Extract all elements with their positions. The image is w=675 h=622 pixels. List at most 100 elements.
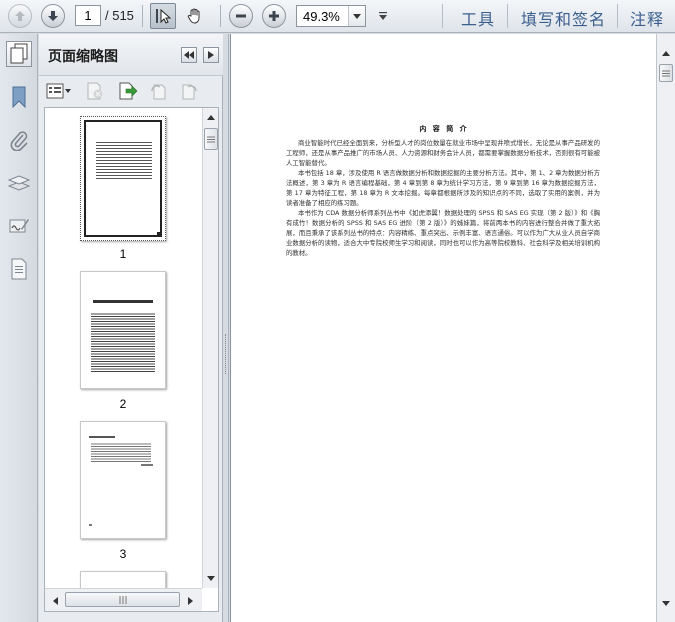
page-thumbnails-button[interactable] <box>6 41 32 67</box>
page-thumbnail-3[interactable] <box>80 421 166 539</box>
page-thumbnail-number: 3 <box>119 547 127 561</box>
tools-menu[interactable]: 工具 <box>461 6 495 30</box>
insert-page-icon <box>119 82 138 100</box>
attachments-button[interactable] <box>6 127 32 153</box>
thumbnail-vertical-scrollbar[interactable] <box>202 108 218 588</box>
document-vertical-scrollbar[interactable] <box>656 34 675 622</box>
document-page: 内 容 简 介 商业智能时代已经全面到来，分析型人才的岗位数量在就业市场中呈现井… <box>231 34 656 622</box>
signature-icon <box>9 219 29 233</box>
panel-splitter[interactable] <box>224 34 229 622</box>
page-thumbnail-number: 1 <box>119 247 127 261</box>
fill-and-sign-menu[interactable]: 填写和签名 <box>521 6 606 30</box>
zoom-dropdown-button[interactable] <box>348 6 365 26</box>
page-total-label: / 515 <box>105 8 134 23</box>
main-toolbar: 1 / 515 49.3% 工具 填写和签名 注释 <box>0 0 675 33</box>
document-paragraph: 商业智能时代已经全面到来，分析型人才的岗位数量在就业市场中呈现井喷式增长，无论是… <box>286 139 600 167</box>
chevron-left-icon <box>53 596 58 605</box>
zoom-out-icon <box>236 14 246 18</box>
rotate-ccw-icon <box>151 84 166 100</box>
grip-icon <box>119 595 126 604</box>
scroll-thumb[interactable] <box>65 592 180 607</box>
scroll-left-button[interactable] <box>48 593 63 608</box>
page-thumbnails-panel: 页面缩略图 1 2 3 <box>39 34 223 622</box>
scroll-down-button[interactable] <box>203 571 218 586</box>
select-cursor-icon <box>156 8 171 24</box>
bookmarks-button[interactable] <box>6 84 32 110</box>
pages-icon <box>10 43 28 64</box>
chevron-right-icon <box>208 51 214 59</box>
document-title: 内 容 简 介 <box>419 125 469 133</box>
paperclip-icon <box>10 131 28 151</box>
navigation-rail <box>0 34 38 622</box>
thumbnail-horizontal-scrollbar[interactable] <box>45 588 202 611</box>
double-chevron-left-icon <box>184 51 194 59</box>
document-paragraph: 本书包括 18 章，涉及使用 R 语言做数据分析和数据挖掘的主要分析方法。其中，… <box>286 169 600 207</box>
thumbnail-heading <box>93 300 153 303</box>
scroll-up-button[interactable] <box>658 46 673 61</box>
scroll-thumb[interactable] <box>659 64 673 82</box>
thumbnail-text-line <box>141 464 153 466</box>
scroll-up-button[interactable] <box>203 110 218 125</box>
panel-title: 页面缩略图 <box>48 49 118 65</box>
arrow-down-icon <box>48 11 58 21</box>
chevron-down-icon <box>206 576 215 581</box>
arrow-up-icon <box>15 11 25 21</box>
thumbnail-list[interactable]: 1 2 3 <box>44 107 219 612</box>
toolbar-divider <box>220 5 221 27</box>
grip-icon <box>207 136 215 142</box>
thumbnail-text-block <box>91 442 151 462</box>
delete-page-icon <box>87 82 103 100</box>
expand-panel-button[interactable] <box>203 47 219 63</box>
page-thumbnail-2[interactable] <box>80 271 166 389</box>
panel-header: 页面缩略图 <box>39 34 223 76</box>
document-view[interactable]: 内 容 简 介 商业智能时代已经全面到来，分析型人才的岗位数量在就业市场中呈现井… <box>230 34 656 622</box>
bookmark-icon <box>12 86 26 108</box>
splitter-grip[interactable] <box>225 334 227 374</box>
zoom-out-button[interactable] <box>229 4 253 28</box>
chevron-down-icon <box>353 13 361 19</box>
page-thumbnail-1[interactable] <box>80 116 166 241</box>
thumbnail-text-line <box>89 436 115 438</box>
chevron-down-icon <box>661 601 670 606</box>
zoom-select[interactable]: 49.3% <box>296 5 366 27</box>
rotate-clockwise-button[interactable] <box>178 81 200 101</box>
document-paragraph: 本书作为 CDA 数据分析师系列丛书中《如虎添翼！数据处理的 SPSS 和 SA… <box>286 209 600 257</box>
collapse-panel-button[interactable] <box>181 47 197 63</box>
scroll-right-button[interactable] <box>183 593 198 608</box>
thumbnail-page-mark <box>89 524 92 526</box>
layers-button[interactable] <box>6 170 32 196</box>
zoom-in-icon <box>269 11 279 21</box>
content-button[interactable] <box>6 256 32 282</box>
next-page-button[interactable] <box>41 4 65 28</box>
chevron-right-icon <box>188 596 193 605</box>
thumbnail-image <box>84 120 162 237</box>
delete-page-button[interactable] <box>84 81 106 101</box>
thumbnail-text-block <box>91 312 155 372</box>
thumbnail-options-button[interactable] <box>45 81 73 101</box>
comment-menu[interactable]: 注释 <box>630 6 664 30</box>
more-tools-button[interactable] <box>377 9 389 23</box>
toolbar-divider <box>142 5 143 27</box>
previous-page-button[interactable] <box>8 4 32 28</box>
toolbar-divider <box>617 4 618 28</box>
scroll-thumb[interactable] <box>204 128 218 150</box>
rotate-cw-icon <box>182 84 197 100</box>
page-number-input[interactable]: 1 <box>75 5 101 26</box>
insert-page-button[interactable] <box>117 81 139 101</box>
zoom-in-button[interactable] <box>262 4 286 28</box>
thumbnail-text-block <box>96 140 152 180</box>
grip-icon <box>662 70 670 76</box>
rotate-counterclockwise-button[interactable] <box>148 81 170 101</box>
hand-tool-button[interactable] <box>182 3 208 29</box>
chevron-up-icon <box>206 115 215 120</box>
toolbar-divider <box>442 4 443 28</box>
hand-icon <box>187 8 200 24</box>
zoom-value: 49.3% <box>303 9 340 24</box>
thumbnail-resize-handle[interactable] <box>157 232 162 237</box>
chevron-up-icon <box>661 51 670 56</box>
select-tool-button[interactable] <box>150 3 176 29</box>
panel-toolbar <box>39 77 223 105</box>
signatures-button[interactable] <box>6 213 32 239</box>
layers-icon <box>8 175 30 191</box>
scroll-down-button[interactable] <box>658 596 673 611</box>
